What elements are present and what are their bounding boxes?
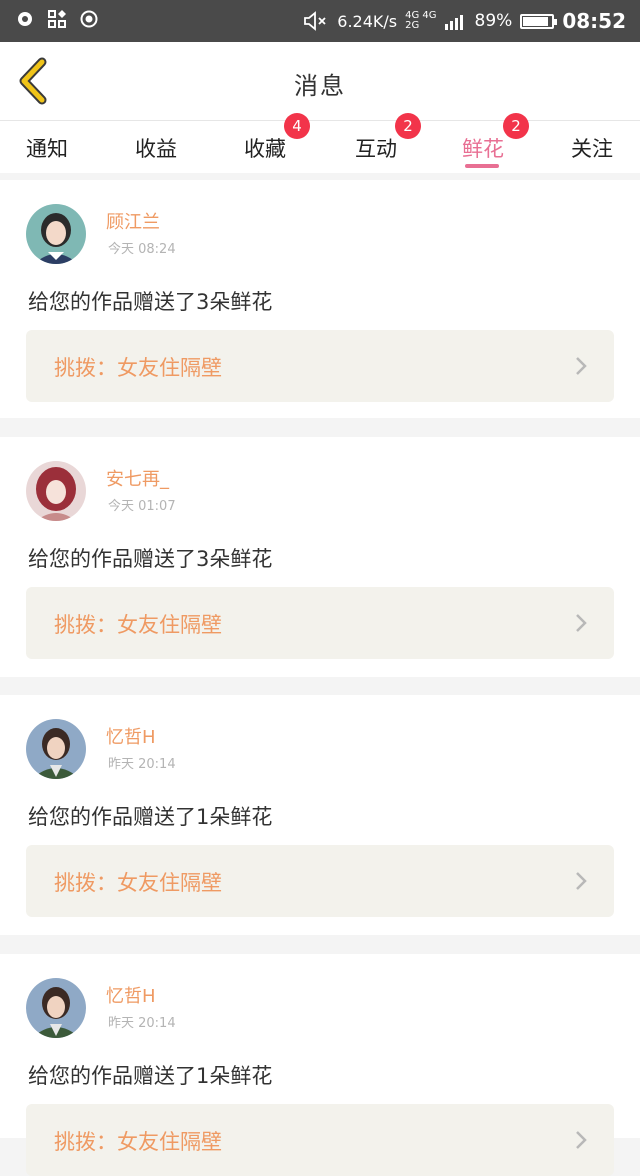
- message-card: 安七再_ 今天 01:07 给您的作品赠送了3朵鲜花 挑拨：女友住隔壁: [0, 437, 640, 677]
- network-speed: 6.24K/s: [337, 11, 398, 31]
- work-link[interactable]: 挑拨：女友住隔壁: [26, 330, 614, 402]
- message-card: 忆哲H 昨天 20:14 给您的作品赠送了1朵鲜花 挑拨：女友住隔壁: [0, 954, 640, 1176]
- work-title: 挑拨：女友住隔壁: [54, 356, 222, 380]
- tab-bar: 通知 收益 收藏 4 互动 2 鲜花 2 关注: [0, 113, 640, 173]
- message-card: 顾江兰 今天 08:24 给您的作品赠送了3朵鲜花 挑拨：女友住隔壁: [0, 180, 640, 418]
- tab-earnings[interactable]: 收益: [135, 133, 177, 163]
- status-bar: 6.24K/s 4G 4G 2G 89% 08:52: [0, 0, 640, 42]
- avatar[interactable]: [26, 204, 86, 264]
- sender-name[interactable]: 忆哲H: [106, 723, 156, 749]
- sender-name[interactable]: 安七再_: [106, 465, 169, 491]
- tab-flowers[interactable]: 鲜花: [462, 133, 504, 163]
- chevron-right-icon: [576, 357, 587, 375]
- tab-favorites[interactable]: 收藏: [244, 133, 286, 163]
- tab-interactions-badge: 2: [395, 113, 421, 139]
- network-type-bottom: 2G: [405, 20, 420, 31]
- app-header: 消息: [0, 42, 640, 121]
- clock: 08:52: [562, 9, 626, 33]
- message-text: 给您的作品赠送了3朵鲜花: [28, 547, 273, 571]
- message-card: 忆哲H 昨天 20:14 给您的作品赠送了1朵鲜花 挑拨：女友住隔壁: [0, 695, 640, 935]
- tab-label: 关注: [571, 137, 613, 161]
- work-title: 挑拨：女友住隔壁: [54, 1130, 222, 1154]
- work-link[interactable]: 挑拨：女友住隔壁: [26, 587, 614, 659]
- network-type: 4G 4G 2G: [405, 11, 436, 31]
- notification-icon: [18, 12, 32, 26]
- battery-fill: [523, 16, 549, 26]
- record-icon: [80, 10, 98, 28]
- tab-label: 收藏: [244, 137, 286, 161]
- message-text: 给您的作品赠送了1朵鲜花: [28, 805, 273, 829]
- message-text: 给您的作品赠送了1朵鲜花: [28, 1064, 273, 1088]
- message-time: 今天 08:24: [108, 242, 176, 257]
- chevron-right-icon: [576, 614, 587, 632]
- sender-name[interactable]: 忆哲H: [106, 982, 156, 1008]
- tab-label: 互动: [355, 137, 397, 161]
- battery-icon: [520, 13, 558, 29]
- avatar[interactable]: [26, 719, 86, 779]
- work-title: 挑拨：女友住隔壁: [54, 871, 222, 895]
- grid-app-icon: [48, 10, 66, 28]
- active-tab-indicator: [465, 164, 499, 168]
- message-text: 给您的作品赠送了3朵鲜花: [28, 290, 273, 314]
- tab-label: 收益: [135, 137, 177, 161]
- tab-interactions[interactable]: 互动: [355, 133, 397, 163]
- work-link[interactable]: 挑拨：女友住隔壁: [26, 845, 614, 917]
- sender-name[interactable]: 顾江兰: [106, 208, 160, 234]
- tab-favorites-badge: 4: [284, 113, 310, 139]
- battery-percent: 89%: [474, 11, 513, 31]
- message-time: 昨天 20:14: [108, 1016, 176, 1031]
- tab-label: 通知: [26, 137, 68, 161]
- tab-flowers-badge: 2: [503, 113, 529, 139]
- work-link[interactable]: 挑拨：女友住隔壁: [26, 1104, 614, 1176]
- avatar[interactable]: [26, 461, 86, 521]
- chevron-right-icon: [576, 1131, 587, 1149]
- message-time: 昨天 20:14: [108, 757, 176, 772]
- tab-following[interactable]: 关注: [571, 133, 613, 163]
- tab-notifications[interactable]: 通知: [26, 133, 68, 163]
- message-time: 今天 01:07: [108, 499, 176, 514]
- page-title: 消息: [294, 72, 346, 100]
- tab-label: 鲜花: [462, 137, 504, 161]
- avatar[interactable]: [26, 978, 86, 1038]
- chevron-right-icon: [576, 872, 587, 890]
- work-title: 挑拨：女友住隔壁: [54, 613, 222, 637]
- signal-icon: [444, 15, 463, 30]
- mute-icon: [304, 11, 326, 31]
